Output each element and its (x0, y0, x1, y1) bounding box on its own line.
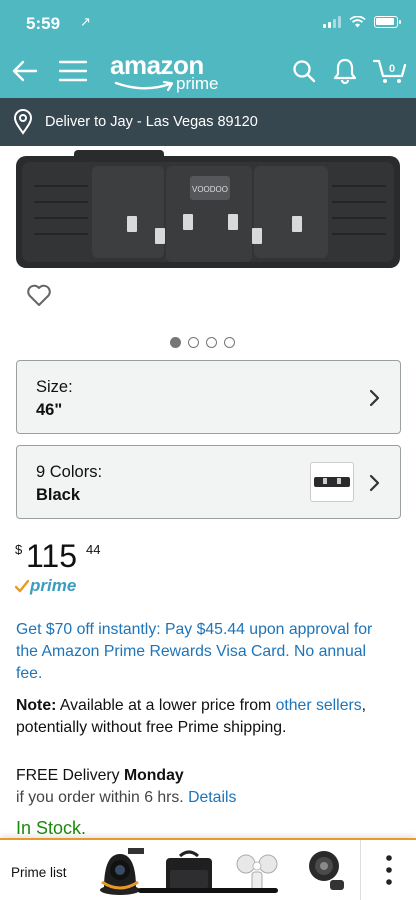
heart-icon[interactable] (26, 283, 52, 307)
color-value: Black (36, 486, 81, 504)
carousel-dot[interactable] (188, 337, 199, 348)
price-whole: 115 (26, 538, 78, 574)
carousel-dots (170, 337, 235, 348)
prime-list-label[interactable]: Prime list (11, 865, 67, 880)
bell-icon[interactable] (330, 56, 360, 86)
wifi-icon (349, 16, 366, 28)
signal-icon (323, 16, 341, 28)
status-time: 5:59 (26, 14, 61, 33)
back-arrow-icon[interactable] (10, 56, 40, 86)
amazon-prime-logo[interactable]: amazon prime (110, 50, 230, 96)
logo-prime-text: prime (176, 74, 219, 93)
chevron-right-icon (369, 389, 380, 407)
carousel-dot[interactable] (170, 337, 181, 348)
size-label: Size: (36, 378, 73, 396)
carousel-dot[interactable] (224, 337, 235, 348)
color-label: 9 Colors: (36, 463, 103, 481)
location-arrow-icon: ↗ (80, 14, 91, 29)
chevron-right-icon (369, 474, 380, 492)
status-bar: 5:59 ↗ (0, 0, 416, 46)
details-link[interactable]: Details (188, 789, 236, 806)
free-delivery-text: FREE Delivery (16, 767, 124, 784)
smile-arrow-icon (114, 80, 174, 92)
home-indicator (138, 888, 278, 893)
card-promo-link[interactable]: Get $70 off instantly: Pay $45.44 upon a… (16, 619, 396, 685)
size-selector[interactable]: Size: 46" (16, 360, 401, 434)
check-icon (15, 579, 29, 593)
delivery-day: Monday (123, 767, 184, 784)
carousel-dot[interactable] (206, 337, 217, 348)
delivery-condition: if you order within 6 hrs. (16, 789, 189, 806)
hamburger-menu-icon[interactable] (58, 56, 88, 86)
deliver-to-text: Deliver to Jay - Las Vegas 89120 (45, 114, 258, 130)
spotlight-item[interactable] (296, 844, 354, 898)
note-text-before: Available at a lower price from (56, 697, 276, 714)
prime-text: prime (30, 576, 77, 595)
other-sellers-link[interactable]: other sellers (276, 697, 362, 714)
delivery-info: FREE Delivery Monday if you order within… (16, 765, 404, 809)
lower-price-note: Note: Available at a lower price from ot… (16, 695, 404, 739)
more-options-icon[interactable] (360, 840, 416, 900)
battery-icon (374, 16, 401, 28)
size-value: 46" (36, 401, 63, 419)
price-fraction: 44 (86, 542, 101, 557)
app-header: amazon prime 0 (0, 46, 416, 98)
product-image[interactable]: VOODOO (14, 146, 402, 276)
color-swatch-thumbnail (310, 462, 354, 502)
status-icons (323, 16, 401, 28)
note-label: Note: (16, 697, 57, 714)
prime-badge: prime (15, 576, 76, 596)
location-pin-icon (13, 109, 33, 135)
price-currency: $ (15, 542, 23, 557)
deliver-to-bar[interactable]: Deliver to Jay - Las Vegas 89120 (0, 98, 416, 146)
color-selector[interactable]: 9 Colors: Black (16, 445, 401, 519)
svg-text:VOODOO: VOODOO (192, 185, 228, 194)
stock-status: In Stock. (16, 818, 87, 838)
search-icon[interactable] (289, 56, 319, 86)
cart-count: 0 (389, 63, 395, 75)
cart-icon[interactable]: 0 (372, 56, 408, 86)
